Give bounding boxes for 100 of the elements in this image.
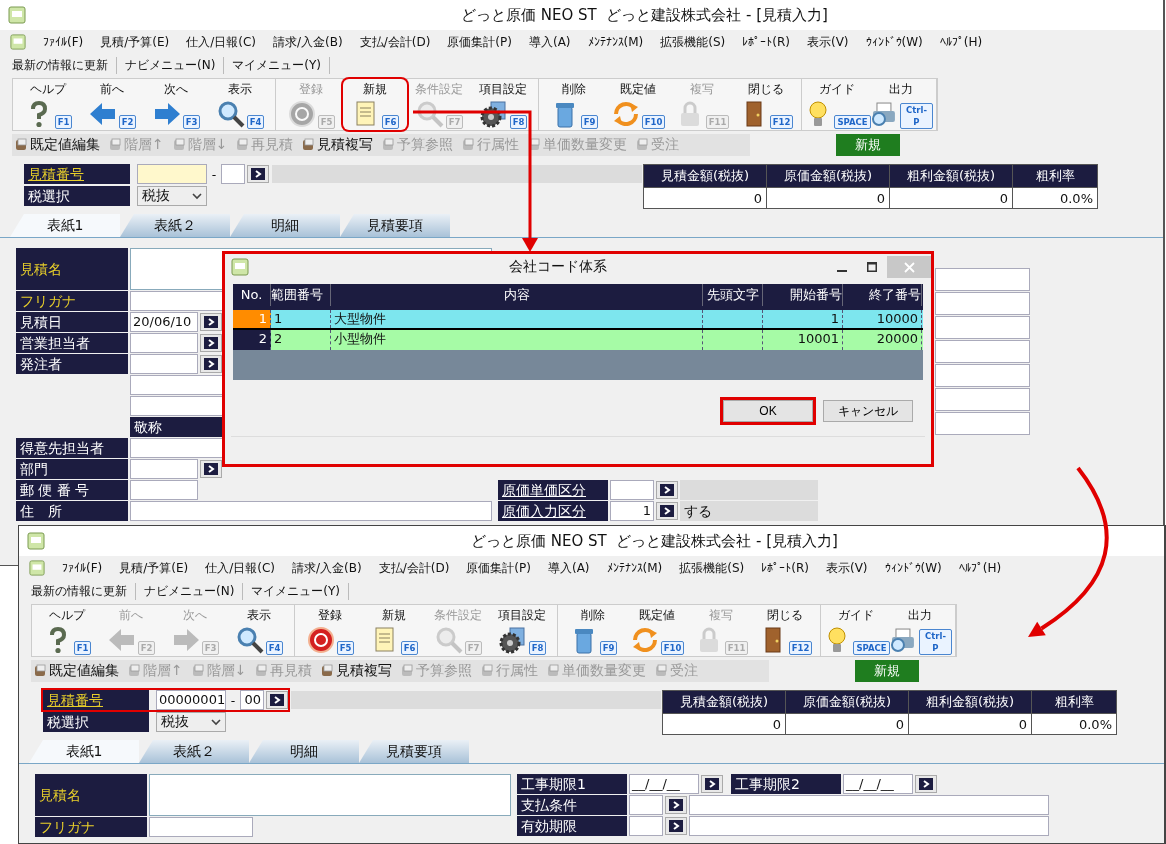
- toolbar-button[interactable]: 既定値 F10: [625, 605, 689, 656]
- toolbar-button[interactable]: 出力 Ctrl-P: [888, 605, 952, 656]
- menu-item[interactable]: ﾚﾎﾟｰﾄ(R): [761, 561, 809, 575]
- table-row[interactable]: 1 1 大型物件 1 10000: [233, 310, 923, 330]
- tab[interactable]: 明細: [249, 740, 359, 763]
- input-field[interactable]: [935, 412, 1030, 435]
- input-field[interactable]: [935, 292, 1030, 315]
- input-field[interactable]: 00000001: [156, 690, 226, 710]
- toolbar-link[interactable]: 既定値編集: [30, 135, 100, 154]
- input-field[interactable]: [137, 164, 207, 184]
- toolbar-button[interactable]: 閉じる F12: [734, 79, 798, 130]
- toolbar-button[interactable]: 前へ F2: [80, 79, 144, 130]
- tab[interactable]: 明細: [230, 214, 340, 237]
- input-field[interactable]: [149, 817, 253, 837]
- toolbar-button[interactable]: ガイド SPACE: [824, 605, 888, 656]
- menu-item[interactable]: ﾌｧｲﾙ(F): [62, 561, 103, 575]
- menu-item[interactable]: ｳｨﾝﾄﾞｳ(W): [865, 35, 923, 49]
- lookup-button[interactable]: [656, 481, 678, 499]
- menu-item[interactable]: 請求/入金(B): [292, 559, 362, 577]
- toolbar-button[interactable]: ヘルプ F1: [35, 605, 99, 656]
- field-label[interactable]: 原価入力区分: [498, 501, 608, 521]
- menu-item[interactable]: ﾍﾙﾌﾟ(H): [939, 35, 983, 49]
- lookup-button[interactable]: [665, 796, 687, 814]
- tax-dropdown[interactable]: 税抜: [137, 186, 207, 206]
- input-field[interactable]: [610, 480, 654, 500]
- menu-item[interactable]: 請求/入金(B): [273, 33, 343, 51]
- input-field[interactable]: [689, 795, 1049, 815]
- input-field[interactable]: [935, 316, 1030, 339]
- toolbar-button[interactable]: ガイド SPACE: [805, 79, 869, 130]
- menu-item[interactable]: マイメニュー(Y): [224, 56, 331, 74]
- input-field[interactable]: [629, 816, 663, 836]
- menu-item[interactable]: 仕入/日報(C): [186, 33, 257, 51]
- lookup-button[interactable]: [665, 817, 687, 835]
- toolbar-button[interactable]: 表示 F4: [208, 79, 272, 130]
- input-field[interactable]: [149, 774, 511, 816]
- menu-item[interactable]: 拡張機能(S): [660, 33, 726, 51]
- input-field[interactable]: [130, 501, 492, 521]
- toolbar-link[interactable]: 見積複写: [317, 135, 374, 154]
- date-field[interactable]: __/__/__: [843, 774, 913, 794]
- input-field[interactable]: [629, 795, 663, 815]
- menu-item[interactable]: 導入(A): [528, 33, 571, 51]
- menu-item[interactable]: 導入(A): [547, 559, 590, 577]
- menu-item[interactable]: 支払/会計(D): [378, 559, 450, 577]
- menu-item[interactable]: 表示(V): [806, 33, 849, 51]
- menu-item[interactable]: 原価集計(P): [447, 33, 512, 51]
- toolbar-button[interactable]: 次へ F3: [144, 79, 208, 130]
- menu-item[interactable]: ﾚﾎﾟｰﾄ(R): [742, 35, 790, 49]
- toolbar-button[interactable]: 新規 F6: [343, 79, 407, 130]
- toolbar-button[interactable]: 出力 Ctrl-P: [869, 79, 933, 130]
- menu-item[interactable]: ナビメニュー(N): [136, 582, 244, 600]
- menu-item[interactable]: 最新の情報に更新: [23, 582, 136, 600]
- date-field[interactable]: __/__/__: [629, 774, 699, 794]
- menu-item[interactable]: ｳｨﾝﾄﾞｳ(W): [884, 561, 942, 575]
- input-field[interactable]: [935, 364, 1030, 387]
- menu-item[interactable]: ﾍﾙﾌﾟ(H): [958, 561, 1002, 575]
- input-field[interactable]: [935, 340, 1030, 363]
- menu-item[interactable]: 原価集計(P): [466, 559, 531, 577]
- toolbar-button[interactable]: 表示 F4: [227, 605, 291, 656]
- lookup-button[interactable]: [701, 775, 723, 793]
- toolbar-button[interactable]: 登録 F5: [298, 605, 362, 656]
- toolbar-button[interactable]: ヘルプ F1: [16, 79, 80, 130]
- input-field[interactable]: [130, 333, 198, 353]
- toolbar-button[interactable]: 新規 F6: [362, 605, 426, 656]
- toolbar-button[interactable]: 項目設定 F8: [471, 79, 535, 130]
- lookup-button[interactable]: [200, 460, 222, 478]
- input-field[interactable]: 1: [610, 501, 654, 521]
- lookup-button[interactable]: [200, 355, 222, 373]
- tab[interactable]: 表紙２: [120, 214, 230, 237]
- lookup-button[interactable]: [266, 691, 288, 709]
- menu-item[interactable]: 表示(V): [825, 559, 868, 577]
- menu-item[interactable]: ﾌｧｲﾙ(F): [43, 35, 84, 49]
- menu-item[interactable]: 見積/予算(E): [100, 33, 170, 51]
- input-field[interactable]: 20/06/10: [130, 312, 198, 332]
- input-field[interactable]: [221, 164, 245, 184]
- toolbar-button[interactable]: 既定値 F10: [606, 79, 670, 130]
- lookup-button[interactable]: [247, 165, 269, 183]
- input-field[interactable]: [130, 459, 198, 479]
- tax-dropdown[interactable]: 税抜: [156, 712, 226, 732]
- menu-item[interactable]: 仕入/日報(C): [205, 559, 276, 577]
- menu-item[interactable]: マイメニュー(Y): [243, 582, 350, 600]
- input-field[interactable]: 00: [240, 690, 264, 710]
- input-field[interactable]: [130, 354, 198, 374]
- menu-item[interactable]: 最新の情報に更新: [4, 56, 117, 74]
- toolbar-button[interactable]: 削除 F9: [542, 79, 606, 130]
- toolbar-button[interactable]: 閉じる F12: [753, 605, 817, 656]
- field-label[interactable]: 原価単価区分: [498, 480, 608, 500]
- input-field[interactable]: [935, 268, 1030, 291]
- input-field[interactable]: [130, 480, 198, 500]
- tab[interactable]: 見積要項: [340, 214, 450, 237]
- menu-item[interactable]: 支払/会計(D): [359, 33, 431, 51]
- toolbar-button[interactable]: 削除 F9: [561, 605, 625, 656]
- dialog-button[interactable]: キャンセル: [823, 400, 913, 422]
- input-field[interactable]: [935, 388, 1030, 411]
- table-row[interactable]: 2 2 小型物件 10001 20000: [233, 330, 923, 350]
- toolbar-link[interactable]: 見積複写: [336, 661, 393, 680]
- toolbar-link[interactable]: 既定値編集: [49, 661, 119, 680]
- tab[interactable]: 見積要項: [359, 740, 469, 763]
- menu-item[interactable]: ﾒﾝﾃﾅﾝｽ(M): [587, 35, 644, 49]
- dialog-button[interactable]: OK: [723, 400, 813, 422]
- menu-item[interactable]: 拡張機能(S): [679, 559, 745, 577]
